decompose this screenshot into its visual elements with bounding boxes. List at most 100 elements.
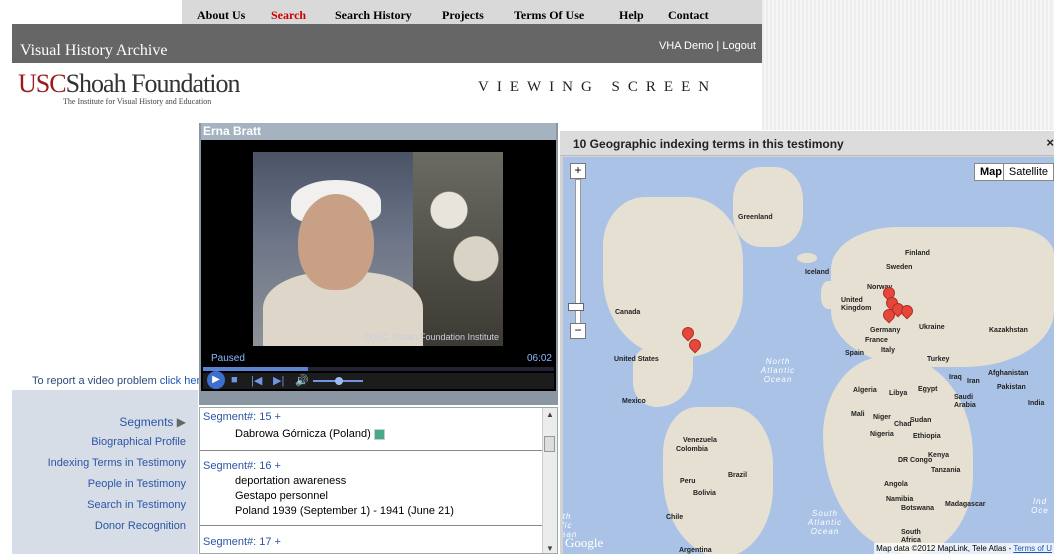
map-label: Ethiopia bbox=[913, 433, 941, 440]
segment-term[interactable]: Dabrowa Górnicza (Poland) bbox=[235, 428, 385, 440]
scroll-down-icon[interactable]: ▼ bbox=[546, 544, 554, 553]
zoom-slider-handle[interactable] bbox=[568, 303, 584, 311]
zoom-out-button[interactable]: − bbox=[570, 323, 586, 339]
nav-projects[interactable]: Projects bbox=[442, 8, 484, 23]
segment-term[interactable]: Gestapo personnel bbox=[235, 490, 328, 502]
map-label: Venezuela bbox=[683, 437, 717, 444]
land-uk bbox=[821, 281, 839, 309]
nav-search[interactable]: Search bbox=[271, 8, 306, 23]
map-label: Niger bbox=[873, 414, 891, 421]
map-credit: Map data ©2012 MapLink, Tele Atlas - Ter… bbox=[874, 543, 1054, 554]
flowers-decoration bbox=[413, 152, 503, 346]
triangle-right-icon: ▶ bbox=[176, 415, 186, 429]
map-label: United Kingdom bbox=[841, 297, 872, 312]
nav-terms-of-use[interactable]: Terms Of Use bbox=[514, 8, 584, 23]
map-label: Chad bbox=[894, 421, 912, 428]
segment-list: Segment#: 15 + Dabrowa Górnicza (Poland)… bbox=[199, 407, 558, 554]
sidebar-segments-label: Segments bbox=[119, 415, 174, 429]
logo-usc: USC bbox=[18, 69, 67, 98]
ocean-label: South Atlantic Ocean bbox=[807, 509, 843, 536]
volume-knob[interactable] bbox=[335, 377, 343, 385]
map-title: 10 Geographic indexing terms in this tes… bbox=[573, 137, 844, 151]
video-watermark: ©USC Shoah Foundation Institute bbox=[363, 332, 499, 342]
video-time: 06:02 bbox=[526, 353, 552, 364]
play-icon[interactable]: ▶ bbox=[207, 371, 225, 389]
land-africa bbox=[823, 357, 973, 554]
sidebar-item-biographical-profile[interactable]: Biographical Profile bbox=[91, 436, 186, 448]
map-label: Mali bbox=[851, 411, 865, 418]
usc-shoah-logo: USCShoah Foundation The Institute for Vi… bbox=[18, 69, 241, 106]
viewing-screen-title: VIEWING SCREEN bbox=[478, 79, 718, 95]
video-panel: Erna Bratt ©USC Shoah Foundation Institu… bbox=[199, 123, 558, 405]
map-label: Bolivia bbox=[693, 490, 716, 497]
map-label: Canada bbox=[615, 309, 641, 316]
left-sidebar: Segments ▶ Biographical Profile Indexing… bbox=[12, 390, 198, 554]
map-label: Colombia bbox=[676, 446, 708, 453]
map-label: Libya bbox=[889, 390, 908, 397]
sidebar-item-search-in-testimony[interactable]: Search in Testimony bbox=[87, 499, 186, 511]
segment-divider bbox=[200, 450, 544, 451]
segment-header-15[interactable]: Segment#: 15 + bbox=[203, 411, 281, 423]
map-label: Iraq bbox=[949, 374, 962, 381]
scroll-up-icon[interactable]: ▲ bbox=[546, 410, 554, 419]
close-icon[interactable]: × bbox=[1046, 135, 1054, 150]
map-label: Saudi Arabia bbox=[954, 394, 976, 409]
map-label: Sweden bbox=[886, 264, 913, 271]
map-label: Ukraine bbox=[919, 324, 945, 331]
map-label: Sudan bbox=[910, 417, 932, 424]
map-flag-icon[interactable] bbox=[373, 428, 385, 440]
map-type-satellite-button[interactable]: Satellite bbox=[1002, 163, 1054, 181]
sidebar-item-segments[interactable]: Segments ▶ bbox=[119, 415, 186, 429]
video-progress-bar[interactable] bbox=[203, 367, 554, 371]
map-label: Afghanistan bbox=[988, 370, 1029, 377]
sidebar-item-indexing-terms[interactable]: Indexing Terms in Testimony bbox=[48, 457, 186, 469]
sidebar-item-donor-recognition[interactable]: Donor Recognition bbox=[95, 520, 186, 532]
map-label: Iceland bbox=[805, 269, 830, 276]
user-links[interactable]: VHA Demo | Logout bbox=[659, 40, 756, 52]
segment-header-16[interactable]: Segment#: 16 + bbox=[203, 460, 281, 472]
stop-icon[interactable]: ■ bbox=[231, 374, 238, 386]
nav-help[interactable]: Help bbox=[619, 8, 644, 23]
next-icon[interactable]: ▶| bbox=[273, 374, 284, 387]
segment-scrollbar[interactable]: ▲ ▼ bbox=[542, 408, 557, 553]
nav-contact[interactable]: Contact bbox=[668, 8, 709, 23]
sidebar-item-people[interactable]: People in Testimony bbox=[88, 478, 186, 490]
map-label: Algeria bbox=[853, 387, 877, 394]
volume-icon[interactable]: 🔊 bbox=[295, 374, 309, 387]
scroll-thumb[interactable] bbox=[544, 436, 555, 452]
map-label: Greenland bbox=[738, 214, 773, 221]
segment-term[interactable]: deportation awareness bbox=[235, 475, 346, 487]
nav-search-history[interactable]: Search History bbox=[335, 8, 412, 23]
world-map[interactable]: + − Map Satellite Greenland Iceland Finl… bbox=[563, 157, 1054, 554]
video-player[interactable]: ©USC Shoah Foundation Institute Paused 0… bbox=[201, 140, 556, 391]
map-label: Kazakhstan bbox=[989, 327, 1028, 334]
interviewee-name: Erna Bratt bbox=[203, 124, 262, 138]
map-label: Pakistan bbox=[997, 384, 1026, 391]
map-label: India bbox=[1028, 400, 1045, 407]
map-label: Brazil bbox=[728, 472, 748, 479]
map-label: Chile bbox=[666, 514, 684, 521]
land-north-america bbox=[603, 197, 743, 357]
video-status: Paused bbox=[211, 353, 245, 364]
map-label: Iran bbox=[967, 378, 980, 385]
logo-subtitle: The Institute for Visual History and Edu… bbox=[63, 97, 212, 106]
map-label: Finland bbox=[905, 250, 930, 257]
interviewee-face bbox=[298, 194, 374, 290]
header-bar: Visual History Archive VHA Demo | Logout bbox=[12, 24, 762, 63]
terms-of-use-link[interactable]: Terms of U bbox=[1013, 544, 1052, 553]
report-text: To report a video problem bbox=[32, 375, 157, 387]
nav-about-us[interactable]: About Us bbox=[197, 8, 245, 23]
map-label: Spain bbox=[845, 350, 865, 357]
segment-term[interactable]: Poland 1939 (September 1) - 1941 (June 2… bbox=[235, 505, 454, 517]
report-problem: To report a video problem click here bbox=[32, 375, 206, 387]
zoom-in-button[interactable]: + bbox=[570, 163, 586, 179]
map-label: Angola bbox=[884, 481, 908, 488]
map-label: Kenya bbox=[928, 452, 950, 459]
logo-name: Shoah Foundation bbox=[65, 69, 241, 98]
ocean-label: Ind Oce bbox=[1031, 497, 1049, 515]
map-label: Germany bbox=[870, 327, 901, 334]
land-greenland bbox=[733, 167, 803, 247]
previous-icon[interactable]: |◀ bbox=[251, 374, 262, 387]
top-navigation: About Us Search Search History Projects … bbox=[182, 0, 762, 24]
segment-header-17[interactable]: Segment#: 17 + bbox=[203, 536, 281, 548]
